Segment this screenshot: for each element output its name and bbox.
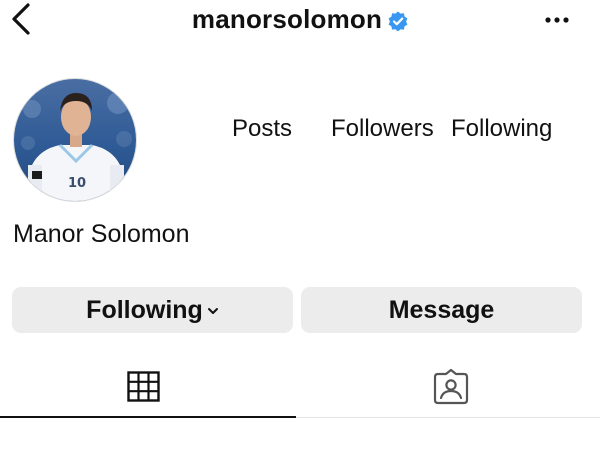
profile-header: manorsolomon [0, 0, 600, 40]
svg-text:10: 10 [68, 176, 86, 191]
message-button[interactable]: Message [301, 287, 582, 333]
following-button-label: Following [86, 296, 203, 324]
profile-tabs [0, 360, 600, 418]
following-stat-label[interactable]: Following [451, 114, 552, 144]
posts-stat-label[interactable]: Posts [232, 114, 292, 144]
verified-badge-icon [388, 11, 408, 31]
tab-tagged[interactable] [304, 360, 600, 418]
message-button-label: Message [388, 296, 495, 324]
chevron-down-icon [207, 308, 218, 314]
grid-icon [127, 371, 160, 402]
followers-stat-label[interactable]: Followers [331, 114, 434, 144]
tab-posts-grid[interactable] [0, 360, 296, 418]
following-button[interactable]: Following [12, 287, 293, 333]
profile-username-heading: manorsolomon [0, 4, 600, 34]
profile-avatar[interactable]: 10 [13, 78, 137, 202]
more-options-button[interactable] [543, 10, 573, 30]
username: manorsolomon [191, 4, 383, 34]
active-tab-indicator [0, 416, 296, 418]
tagged-icon [433, 368, 469, 405]
more-horizontal-icon [545, 17, 569, 23]
display-name: Manor Solomon [13, 220, 190, 248]
avatar-photo: 10 [14, 79, 136, 201]
